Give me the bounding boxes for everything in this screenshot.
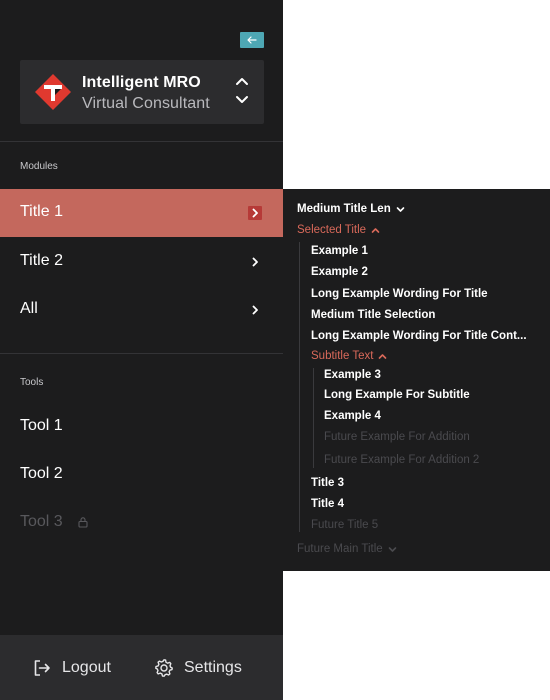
- chevron-right-icon: [248, 206, 262, 220]
- tool-item-3: Tool 3: [0, 503, 283, 547]
- app-switcher[interactable]: Intelligent MRO Virtual Consultant: [20, 60, 264, 124]
- list-item[interactable]: Title 4: [311, 498, 344, 510]
- panel-header-dropdown[interactable]: Medium Title Len: [297, 203, 405, 215]
- tool-item-2[interactable]: Tool 2: [0, 455, 283, 499]
- app-subtitle: Virtual Consultant: [82, 95, 210, 112]
- tools-heading: Tools: [20, 377, 44, 388]
- sidebar-footer: Logout Settings: [0, 635, 283, 700]
- gear-icon: [155, 659, 173, 677]
- tool-item-1[interactable]: Tool 1: [0, 407, 283, 451]
- list-item[interactable]: Medium Title Selection: [311, 309, 435, 321]
- list-item[interactable]: Long Example Wording For Title Cont...: [311, 330, 527, 342]
- subtitle-label: Subtitle Text: [311, 350, 374, 362]
- logout-icon: [34, 660, 50, 676]
- list-item[interactable]: Title 3: [311, 477, 344, 489]
- chevron-up-icon: [379, 353, 387, 359]
- nav-item-title-1[interactable]: Title 1: [0, 189, 283, 237]
- logout-button[interactable]: Logout: [32, 656, 111, 680]
- tree-guide-line: [313, 368, 314, 468]
- tree-guide-line: [299, 242, 300, 532]
- module-flyout-panel: Medium Title Len Selected Title Example …: [283, 189, 550, 571]
- chevron-down-icon: [396, 206, 405, 212]
- logo-icon: [35, 74, 71, 110]
- list-item[interactable]: Example 1: [311, 245, 368, 257]
- subtitle-toggle[interactable]: Subtitle Text: [311, 350, 387, 362]
- modules-heading: Modules: [20, 161, 58, 172]
- chevron-right-icon: [252, 257, 258, 267]
- list-item[interactable]: Long Example Wording For Title: [311, 288, 488, 300]
- chevron-up-down-icon: [236, 78, 248, 103]
- nav-item-title-2[interactable]: Title 2: [0, 238, 283, 286]
- list-item[interactable]: Example 2: [311, 266, 368, 278]
- nav-item-label: Title 1: [20, 203, 63, 220]
- nav-item-label: All: [20, 300, 38, 317]
- list-item-disabled: Future Example For Addition: [324, 431, 470, 443]
- future-main-label: Future Main Title: [297, 543, 383, 555]
- collapse-sidebar-button[interactable]: [240, 32, 264, 48]
- sidebar: Intelligent MRO Virtual Consultant Modul…: [0, 0, 283, 700]
- settings-label: Settings: [184, 659, 242, 676]
- app-title: Intelligent MRO: [82, 74, 201, 91]
- list-item-disabled: Future Title 5: [311, 519, 379, 531]
- lock-icon: [78, 517, 88, 528]
- selected-title-label: Selected Title: [297, 224, 367, 236]
- list-item[interactable]: Example 3: [324, 369, 381, 381]
- nav-item-all[interactable]: All: [0, 286, 283, 334]
- divider: [0, 141, 283, 142]
- arrow-left-icon: [247, 36, 257, 44]
- nav-item-label: Title 2: [20, 252, 63, 269]
- list-item[interactable]: Example 4: [324, 410, 381, 422]
- tool-item-label: Tool 1: [20, 417, 63, 434]
- logout-label: Logout: [62, 659, 111, 676]
- divider: [0, 353, 283, 354]
- chevron-right-icon: [252, 305, 258, 315]
- settings-button[interactable]: Settings: [154, 656, 242, 680]
- tool-item-label: Tool 3: [20, 513, 63, 530]
- panel-header-label: Medium Title Len: [297, 203, 391, 215]
- future-main-title: Future Main Title: [297, 543, 397, 555]
- list-item-disabled: Future Example For Addition 2: [324, 454, 480, 466]
- tool-item-label: Tool 2: [20, 465, 63, 482]
- chevron-down-icon: [388, 546, 396, 552]
- selected-title-toggle[interactable]: Selected Title: [297, 224, 380, 236]
- chevron-up-icon: [371, 227, 380, 233]
- list-item[interactable]: Long Example For Subtitle: [324, 389, 470, 401]
